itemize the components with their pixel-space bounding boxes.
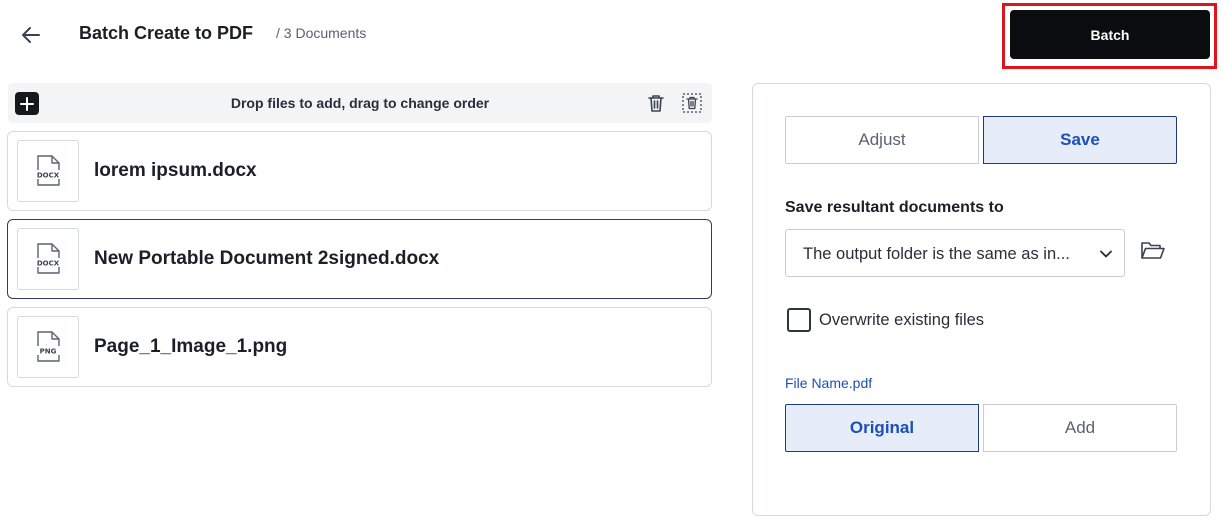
docx-file-icon: DOCX bbox=[34, 155, 62, 186]
png-file-icon: PNG bbox=[36, 331, 60, 362]
tab-adjust[interactable]: Adjust bbox=[785, 116, 979, 164]
back-button[interactable] bbox=[18, 22, 44, 48]
arrow-left-icon bbox=[22, 27, 40, 43]
file-thumbnail: DOCX bbox=[17, 140, 79, 202]
output-folder-value: The output folder is the same as in... bbox=[803, 245, 1070, 263]
drop-zone-text: Drop files to add, drag to change order bbox=[230, 95, 490, 111]
file-list-item-selected[interactable]: DOCX New Portable Document 2signed.docx bbox=[7, 219, 712, 299]
overwrite-label: Overwrite existing files bbox=[819, 311, 985, 329]
file-list-item[interactable]: PNG Page_1_Image_1.png bbox=[7, 307, 712, 387]
filename-add-button[interactable]: Add bbox=[983, 404, 1177, 452]
svg-text:PNG: PNG bbox=[40, 348, 57, 356]
file-name: Page_1_Image_1.png bbox=[94, 336, 288, 357]
file-thumbnail: PNG bbox=[17, 316, 79, 378]
svg-text:DOCX: DOCX bbox=[37, 260, 60, 268]
svg-text:DOCX: DOCX bbox=[37, 172, 60, 180]
batch-button[interactable]: Batch bbox=[1010, 10, 1210, 59]
tab-save[interactable]: Save bbox=[983, 116, 1177, 164]
trash-selection-icon bbox=[682, 93, 702, 113]
output-folder-select[interactable]: The output folder is the same as in... bbox=[785, 229, 1125, 277]
trash-icon bbox=[648, 95, 664, 112]
file-thumbnail: DOCX bbox=[17, 228, 79, 290]
filename-original-button[interactable]: Original bbox=[785, 404, 979, 452]
settings-panel: Adjust Save Save resultant documents to … bbox=[752, 83, 1211, 516]
page-title: Batch Create to PDF bbox=[79, 23, 254, 43]
delete-selected-button[interactable] bbox=[681, 92, 703, 114]
delete-all-button[interactable] bbox=[645, 92, 667, 114]
filename-label: File Name.pdf bbox=[785, 375, 873, 391]
file-name: New Portable Document 2signed.docx bbox=[94, 248, 440, 269]
docx-file-icon: DOCX bbox=[34, 243, 62, 274]
save-location-label: Save resultant documents to bbox=[785, 199, 1004, 216]
overwrite-checkbox[interactable] bbox=[787, 308, 811, 332]
drop-zone-bar[interactable]: Drop files to add, drag to change order bbox=[8, 83, 712, 123]
file-name: lorem ipsum.docx bbox=[94, 160, 257, 181]
chevron-down-icon bbox=[1100, 250, 1112, 258]
file-list-item[interactable]: DOCX lorem ipsum.docx bbox=[7, 131, 712, 211]
browse-folder-button[interactable] bbox=[1140, 240, 1166, 264]
folder-open-icon bbox=[1141, 242, 1165, 259]
document-count: / 3 Documents bbox=[276, 25, 367, 41]
